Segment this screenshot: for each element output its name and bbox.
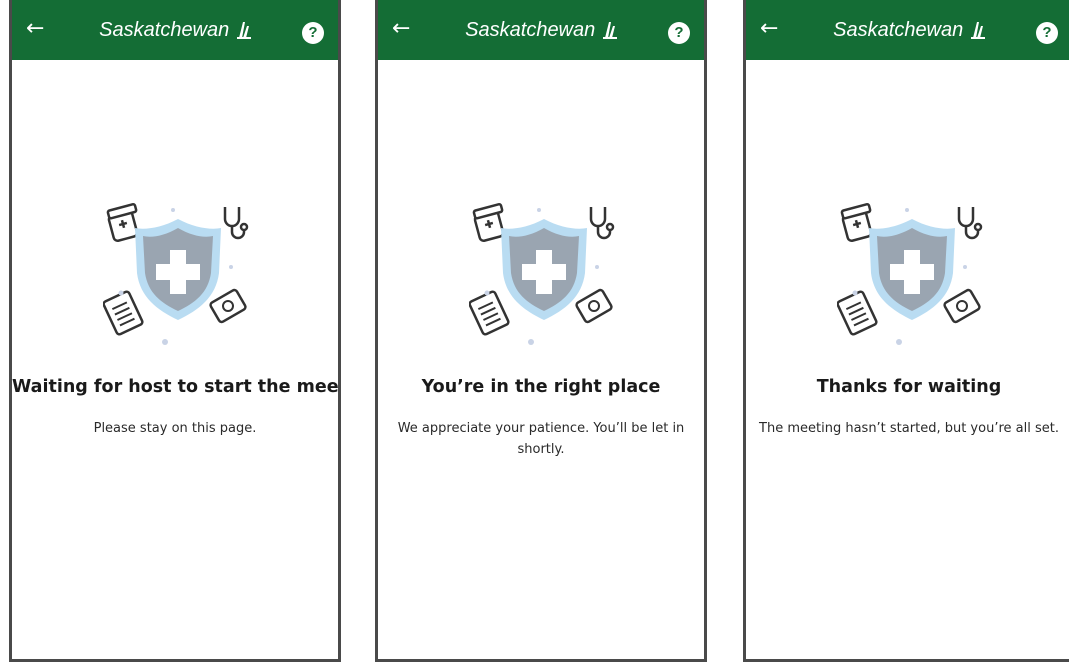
medical-shield-illustration [469, 202, 615, 345]
medical-shield-illustration [103, 202, 249, 345]
help-question-icon[interactable]: ? [1036, 22, 1058, 44]
wheat-logo-icon [970, 22, 985, 39]
first-aid-kit-icon [209, 288, 247, 324]
brand-name: Saskatchewan [465, 19, 596, 41]
phone-screen-waiting-for-host: ← Saskatchewan ? Waiting for host to sta… [9, 0, 341, 662]
help-question-icon[interactable]: ? [668, 22, 690, 44]
wheat-logo-icon [236, 22, 251, 39]
pill-bottle-icon [840, 202, 873, 243]
status-message: We appreciate your patience. You’ll be l… [397, 421, 685, 457]
stethoscope-icon [957, 207, 983, 240]
pill-bottle-icon [106, 202, 139, 243]
status-message: Please stay on this page. [93, 421, 257, 436]
phone-screen-right-place: ← Saskatchewan ? You’re in the right pla… [375, 0, 707, 662]
shield-icon [135, 219, 221, 320]
first-aid-kit-icon [943, 288, 981, 324]
clipboard-icon [103, 290, 144, 336]
app-header: ← Saskatchewan ? [12, 0, 338, 60]
clipboard-icon [837, 290, 878, 336]
status-title: You’re in the right place [421, 377, 661, 397]
brand-logo: Saskatchewan [12, 18, 338, 42]
shield-icon [501, 219, 587, 320]
pill-bottle-icon [472, 202, 505, 243]
brand-name: Saskatchewan [99, 19, 230, 41]
help-question-icon[interactable]: ? [302, 22, 324, 44]
status-title: Thanks for waiting [816, 377, 1002, 397]
stethoscope-icon [589, 207, 615, 240]
phone-screen-thanks-for-waiting: ← Saskatchewan ? Thanks for waiting The … [743, 0, 1069, 662]
brand-name: Saskatchewan [833, 19, 964, 41]
clipboard-icon [469, 290, 510, 336]
brand-logo: Saskatchewan [746, 18, 1069, 42]
status-title: Waiting for host to start the meeting [12, 377, 339, 397]
app-header: ← Saskatchewan ? [378, 0, 704, 60]
medical-shield-illustration [837, 202, 983, 345]
stethoscope-icon [223, 207, 249, 240]
status-message: The meeting hasn’t started, but you’re a… [759, 421, 1059, 436]
wheat-logo-icon [602, 22, 617, 39]
brand-logo: Saskatchewan [378, 18, 704, 42]
shield-icon [869, 219, 955, 320]
app-header: ← Saskatchewan ? [746, 0, 1069, 60]
first-aid-kit-icon [575, 288, 613, 324]
